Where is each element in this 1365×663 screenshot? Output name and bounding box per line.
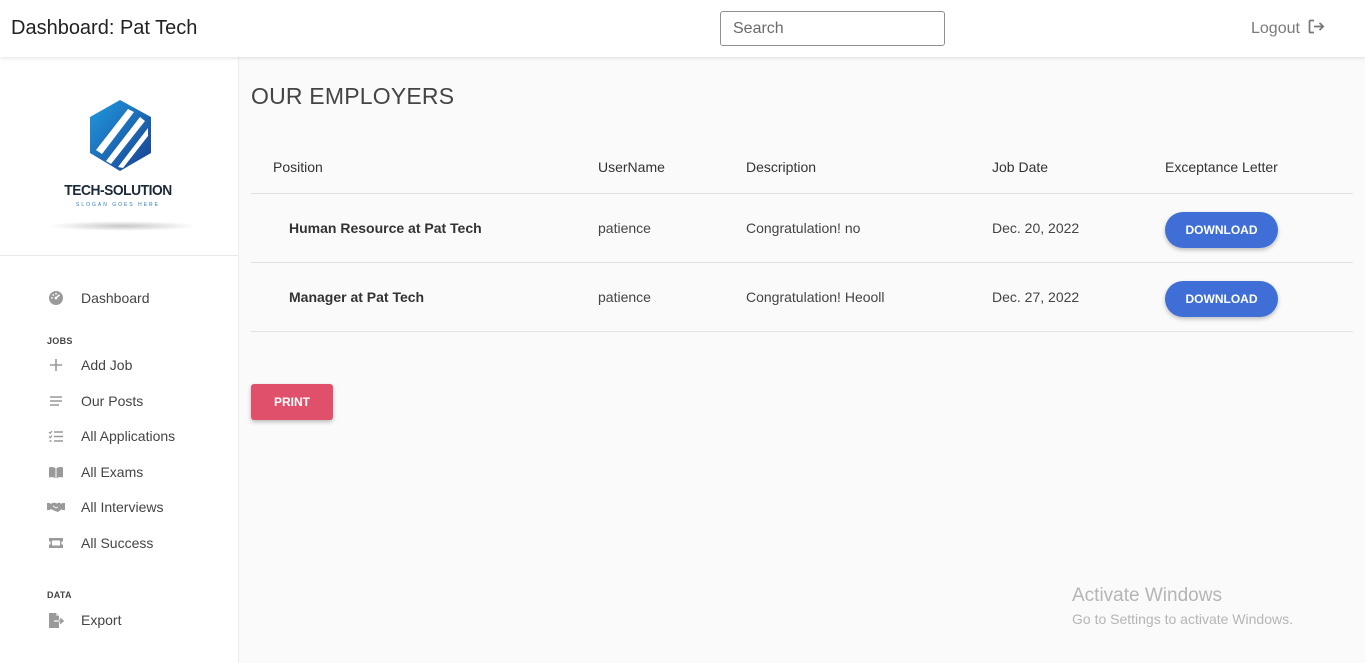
sidebar-item-label: All Applications	[81, 428, 176, 444]
file-export-icon	[47, 611, 65, 629]
cell-job-date: Dec. 20, 2022	[992, 193, 1165, 263]
logout-icon	[1308, 19, 1325, 39]
sidebar: TECH-SOLUTION SLOGAN GOES HERE Dashboard…	[0, 57, 239, 663]
book-icon	[47, 463, 65, 481]
table-header-row: Position UserName Description Job Date E…	[251, 142, 1353, 194]
download-button[interactable]: DOWNLOAD	[1165, 211, 1278, 248]
print-button[interactable]: PRINT	[251, 384, 333, 420]
sidebar-item-all-applications[interactable]: All Applications	[47, 425, 227, 447]
logo-shadow	[48, 221, 198, 231]
cell-description: Congratulation! no	[746, 193, 992, 263]
section-title-data: DATA	[47, 590, 72, 600]
top-bar: Dashboard: Pat Tech Logout	[0, 0, 1365, 57]
sidebar-item-dashboard[interactable]: Dashboard	[47, 287, 227, 309]
employers-table: Position UserName Description Job Date E…	[251, 142, 1353, 332]
sidebar-item-all-success[interactable]: All Success	[47, 532, 227, 554]
sidebar-item-label: Dashboard	[81, 290, 150, 306]
column-header-position: Position	[251, 142, 598, 194]
list-icon	[47, 392, 65, 410]
sidebar-item-label: All Success	[81, 535, 154, 551]
sidebar-item-label: Add Job	[81, 357, 133, 373]
cell-action: DOWNLOAD	[1165, 262, 1353, 332]
sidebar-item-add-job[interactable]: Add Job	[47, 354, 227, 376]
download-button[interactable]: DOWNLOAD	[1165, 280, 1278, 317]
cell-job-date: Dec. 27, 2022	[992, 262, 1165, 332]
cell-description: Congratulation! Heooll	[746, 262, 992, 332]
sidebar-item-label: All Exams	[81, 464, 144, 480]
section-title-jobs: JOBS	[47, 336, 73, 346]
dashboard-gauge-icon	[47, 289, 65, 307]
logout-label: Logout	[1251, 20, 1300, 37]
sidebar-item-label: All Interviews	[81, 499, 164, 515]
sidebar-item-our-posts[interactable]: Our Posts	[47, 390, 227, 412]
logo-slogan: SLOGAN GOES HERE	[76, 202, 160, 208]
sidebar-item-all-interviews[interactable]: All Interviews	[47, 496, 227, 518]
handshake-icon	[47, 498, 65, 516]
column-header-username: UserName	[598, 142, 746, 194]
search-input[interactable]	[720, 11, 945, 46]
sidebar-item-label: Our Posts	[81, 393, 144, 409]
sidebar-item-all-exams[interactable]: All Exams	[47, 461, 227, 483]
sidebar-item-label: Export	[81, 612, 122, 628]
logout-button[interactable]: Logout	[1251, 19, 1325, 39]
ticket-icon	[47, 534, 65, 552]
column-header-description: Description	[746, 142, 992, 194]
watermark-line2: Go to Settings to activate Windows.	[1072, 611, 1293, 627]
section-heading: OUR EMPLOYERS	[251, 83, 455, 109]
logo-area: TECH-SOLUTION SLOGAN GOES HERE	[0, 57, 239, 256]
plus-icon	[47, 356, 65, 374]
cell-position: Human Resource at Pat Tech	[251, 193, 598, 263]
cell-username: patience	[598, 193, 746, 263]
hexagon-logo-icon	[90, 100, 151, 171]
activate-windows-watermark: Activate Windows Go to Settings to activ…	[1072, 585, 1293, 627]
table-row: Manager at Pat Tech patience Congratulat…	[251, 262, 1353, 332]
watermark-line1: Activate Windows	[1072, 585, 1222, 606]
column-header-exceptance-letter: Exceptance Letter	[1165, 142, 1353, 194]
tech-solution-logo: TECH-SOLUTION SLOGAN GOES HERE	[48, 95, 198, 235]
table-row: Human Resource at Pat Tech patience Cong…	[251, 193, 1353, 263]
column-header-job-date: Job Date	[992, 142, 1165, 194]
cell-username: patience	[598, 262, 746, 332]
checklist-icon	[47, 427, 65, 445]
page-title: Dashboard: Pat Tech	[11, 17, 198, 39]
cell-action: DOWNLOAD	[1165, 193, 1353, 263]
cell-position: Manager at Pat Tech	[251, 262, 598, 332]
sidebar-item-export[interactable]: Export	[47, 609, 227, 631]
logo-brand: TECH-SOLUTION	[64, 182, 172, 199]
